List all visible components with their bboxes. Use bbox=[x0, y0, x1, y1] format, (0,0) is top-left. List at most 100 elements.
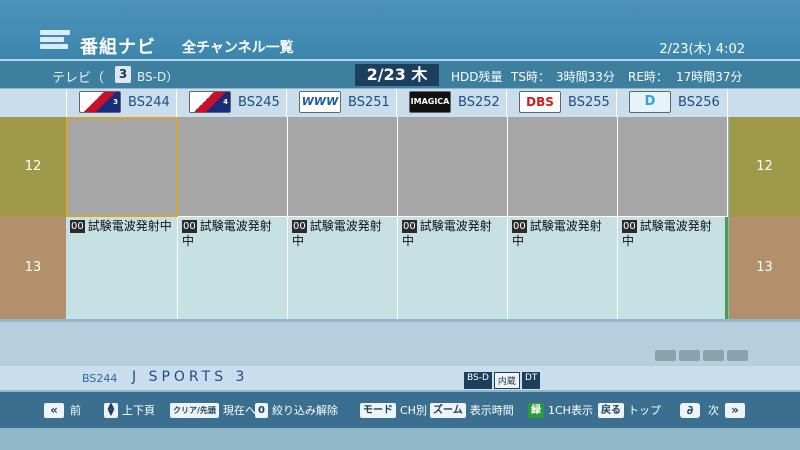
channel-header-bs251[interactable]: WWW BS251 bbox=[286, 89, 396, 117]
double-left-arrow-icon: « bbox=[44, 402, 64, 418]
channel-name: BS252 bbox=[458, 95, 500, 110]
ts-remaining: 3時間33分 bbox=[556, 70, 615, 84]
channel-logo: DBS bbox=[519, 91, 561, 113]
channel-logo: D bbox=[629, 91, 671, 113]
program-grid: 00 試験電波発射中 00 試験電波発射中 00 試験電波発射中 00 試験電波発射中 … bbox=[66, 117, 728, 319]
program-cell[interactable] bbox=[508, 117, 618, 217]
re-remaining: 17時間37分 bbox=[676, 70, 743, 84]
one-channel-button[interactable]: 緑 1CH表示 bbox=[528, 402, 593, 418]
next-button[interactable]: ∂ 次 » bbox=[680, 402, 745, 418]
channel-logo: IMAGICA bbox=[409, 91, 451, 113]
mode-label: CH別 bbox=[400, 404, 427, 417]
zero-key: 0 bbox=[255, 402, 268, 418]
double-right-arrow-icon: » bbox=[725, 402, 745, 418]
channel-header-row: 3 BS244 4 BS245 WWW BS251 IMAGICA BS252 … bbox=[0, 89, 800, 117]
hdd-label: HDD残量 bbox=[451, 70, 503, 84]
channel-header-bs245[interactable]: 4 BS245 bbox=[176, 89, 286, 117]
info-bar: テレビ（ 3 BS-D） 2/23 木 HDD残量 TS時： 3時間33分 RE… bbox=[0, 62, 800, 88]
selected-channel-name: J SPORTS 3 bbox=[132, 369, 249, 385]
channel-name: BS251 bbox=[348, 95, 390, 110]
program-cell[interactable]: 00 試験電波発射中 bbox=[508, 217, 618, 319]
program-cell[interactable] bbox=[178, 117, 288, 217]
page-dot bbox=[727, 350, 748, 361]
now-label: 現在へ bbox=[222, 404, 256, 417]
selected-channel-number: BS244 bbox=[82, 372, 118, 385]
channel-logo: 4 bbox=[189, 91, 231, 113]
go-now-button[interactable]: クリア/先頭 現在へ bbox=[170, 402, 256, 418]
time-label-12-left: 12 bbox=[0, 117, 66, 217]
clear-key: クリア/先頭 bbox=[170, 402, 219, 418]
band-label: BS-D） bbox=[137, 70, 179, 84]
updown-icon: ▲ ▼ bbox=[104, 401, 118, 418]
channel-logo: WWW bbox=[299, 91, 341, 113]
back-key: 戻る bbox=[598, 402, 624, 418]
program-cell[interactable]: 00 試験電波発射中 bbox=[66, 217, 178, 319]
page-indicator bbox=[655, 350, 748, 361]
minute-badge: 00 bbox=[512, 220, 527, 233]
screen-title: 全チャンネル一覧 bbox=[182, 40, 294, 56]
next-label: 次 bbox=[708, 404, 719, 417]
badge-bs-d: BS-D bbox=[464, 372, 492, 389]
channel-header-bs256[interactable]: D BS256 bbox=[616, 89, 728, 117]
selected-channel-bar: BS244 J SPORTS 3 BS-D 内蔵 DT bbox=[0, 366, 800, 390]
top-button[interactable]: 戻る トップ bbox=[598, 402, 661, 418]
channel-name: BS244 bbox=[128, 95, 170, 110]
program-cell[interactable] bbox=[618, 117, 728, 217]
mode-key: モード bbox=[360, 402, 396, 418]
mode-button[interactable]: モード CH別 bbox=[360, 402, 427, 418]
channel-number-badge: 3 bbox=[115, 66, 131, 83]
channel-logo: 3 bbox=[79, 91, 121, 113]
zoom-label: 表示時間 bbox=[469, 404, 514, 417]
app-title: 番組ナビ bbox=[80, 37, 156, 58]
minute-badge: 00 bbox=[292, 220, 307, 233]
program-cell[interactable] bbox=[398, 117, 508, 217]
zoom-key: ズーム bbox=[430, 402, 466, 418]
one-channel-label: 1CH表示 bbox=[548, 404, 593, 417]
current-date: 2/23 木 bbox=[355, 64, 439, 86]
minute-badge: 00 bbox=[70, 220, 85, 233]
program-cell[interactable]: 00 試験電波発射中 bbox=[288, 217, 398, 319]
badge-internal: 内蔵 bbox=[493, 372, 520, 389]
channel-name: BS255 bbox=[568, 95, 610, 110]
program-title: 試験電波発射中 bbox=[87, 219, 172, 233]
prev-label: 前 bbox=[70, 404, 81, 417]
re-label: RE時： bbox=[628, 70, 668, 84]
channel-name: BS245 bbox=[238, 95, 280, 110]
clear-filter-button[interactable]: 0 絞り込み解除 bbox=[255, 402, 338, 418]
header-bar: 番組ナビ 全チャンネル一覧 2/23(木) 4:02 bbox=[0, 0, 800, 62]
program-cell[interactable] bbox=[288, 117, 398, 217]
header-divider bbox=[0, 59, 800, 61]
top-label: トップ bbox=[628, 404, 661, 417]
zoom-button[interactable]: ズーム 表示時間 bbox=[430, 402, 514, 418]
page-dot bbox=[655, 350, 676, 361]
program-cell-selected[interactable] bbox=[66, 117, 178, 217]
prev-button[interactable]: « 前 bbox=[44, 402, 81, 418]
time-label-13-right: 13 bbox=[729, 217, 800, 319]
program-navi-icon bbox=[40, 30, 70, 56]
page-updown-button[interactable]: ▲ ▼ 上下頁 bbox=[104, 401, 155, 418]
badge-dt: DT bbox=[521, 372, 541, 389]
channel-header-bs252[interactable]: IMAGICA BS252 bbox=[396, 89, 506, 117]
page-dot bbox=[703, 350, 724, 361]
program-cell[interactable]: 00 試験電波発射中 bbox=[178, 217, 288, 319]
ts-label: TS時： bbox=[511, 70, 550, 84]
channel-header-bs255[interactable]: DBS BS255 bbox=[506, 89, 616, 117]
minute-badge: 00 bbox=[402, 220, 417, 233]
channel-name: BS256 bbox=[678, 95, 720, 110]
tuner-badges: BS-D 内蔵 DT bbox=[464, 372, 541, 389]
time-label-12-right: 12 bbox=[729, 117, 800, 217]
updown-label: 上下頁 bbox=[122, 404, 155, 417]
channel-header-bs244[interactable]: 3 BS244 bbox=[66, 89, 176, 117]
clock: 2/23(木) 4:02 bbox=[659, 42, 745, 57]
remote-key-guide: « 前 ▲ ▼ 上下頁 クリア/先頭 現在へ 0 絞り込み解除 モード CH別 ズ… bbox=[0, 392, 800, 428]
filter-label: 絞り込み解除 bbox=[271, 404, 338, 417]
next-key-icon: ∂ bbox=[680, 402, 700, 418]
minute-badge: 00 bbox=[622, 220, 637, 233]
program-cell[interactable]: 00 試験電波発射中 bbox=[398, 217, 508, 319]
program-cell[interactable]: 00 試験電波発射中 bbox=[618, 217, 728, 319]
minute-badge: 00 bbox=[182, 220, 197, 233]
green-key: 緑 bbox=[528, 402, 544, 418]
page-dot bbox=[679, 350, 700, 361]
tv-label: テレビ（ bbox=[52, 71, 105, 86]
time-label-13-left: 13 bbox=[0, 217, 66, 319]
